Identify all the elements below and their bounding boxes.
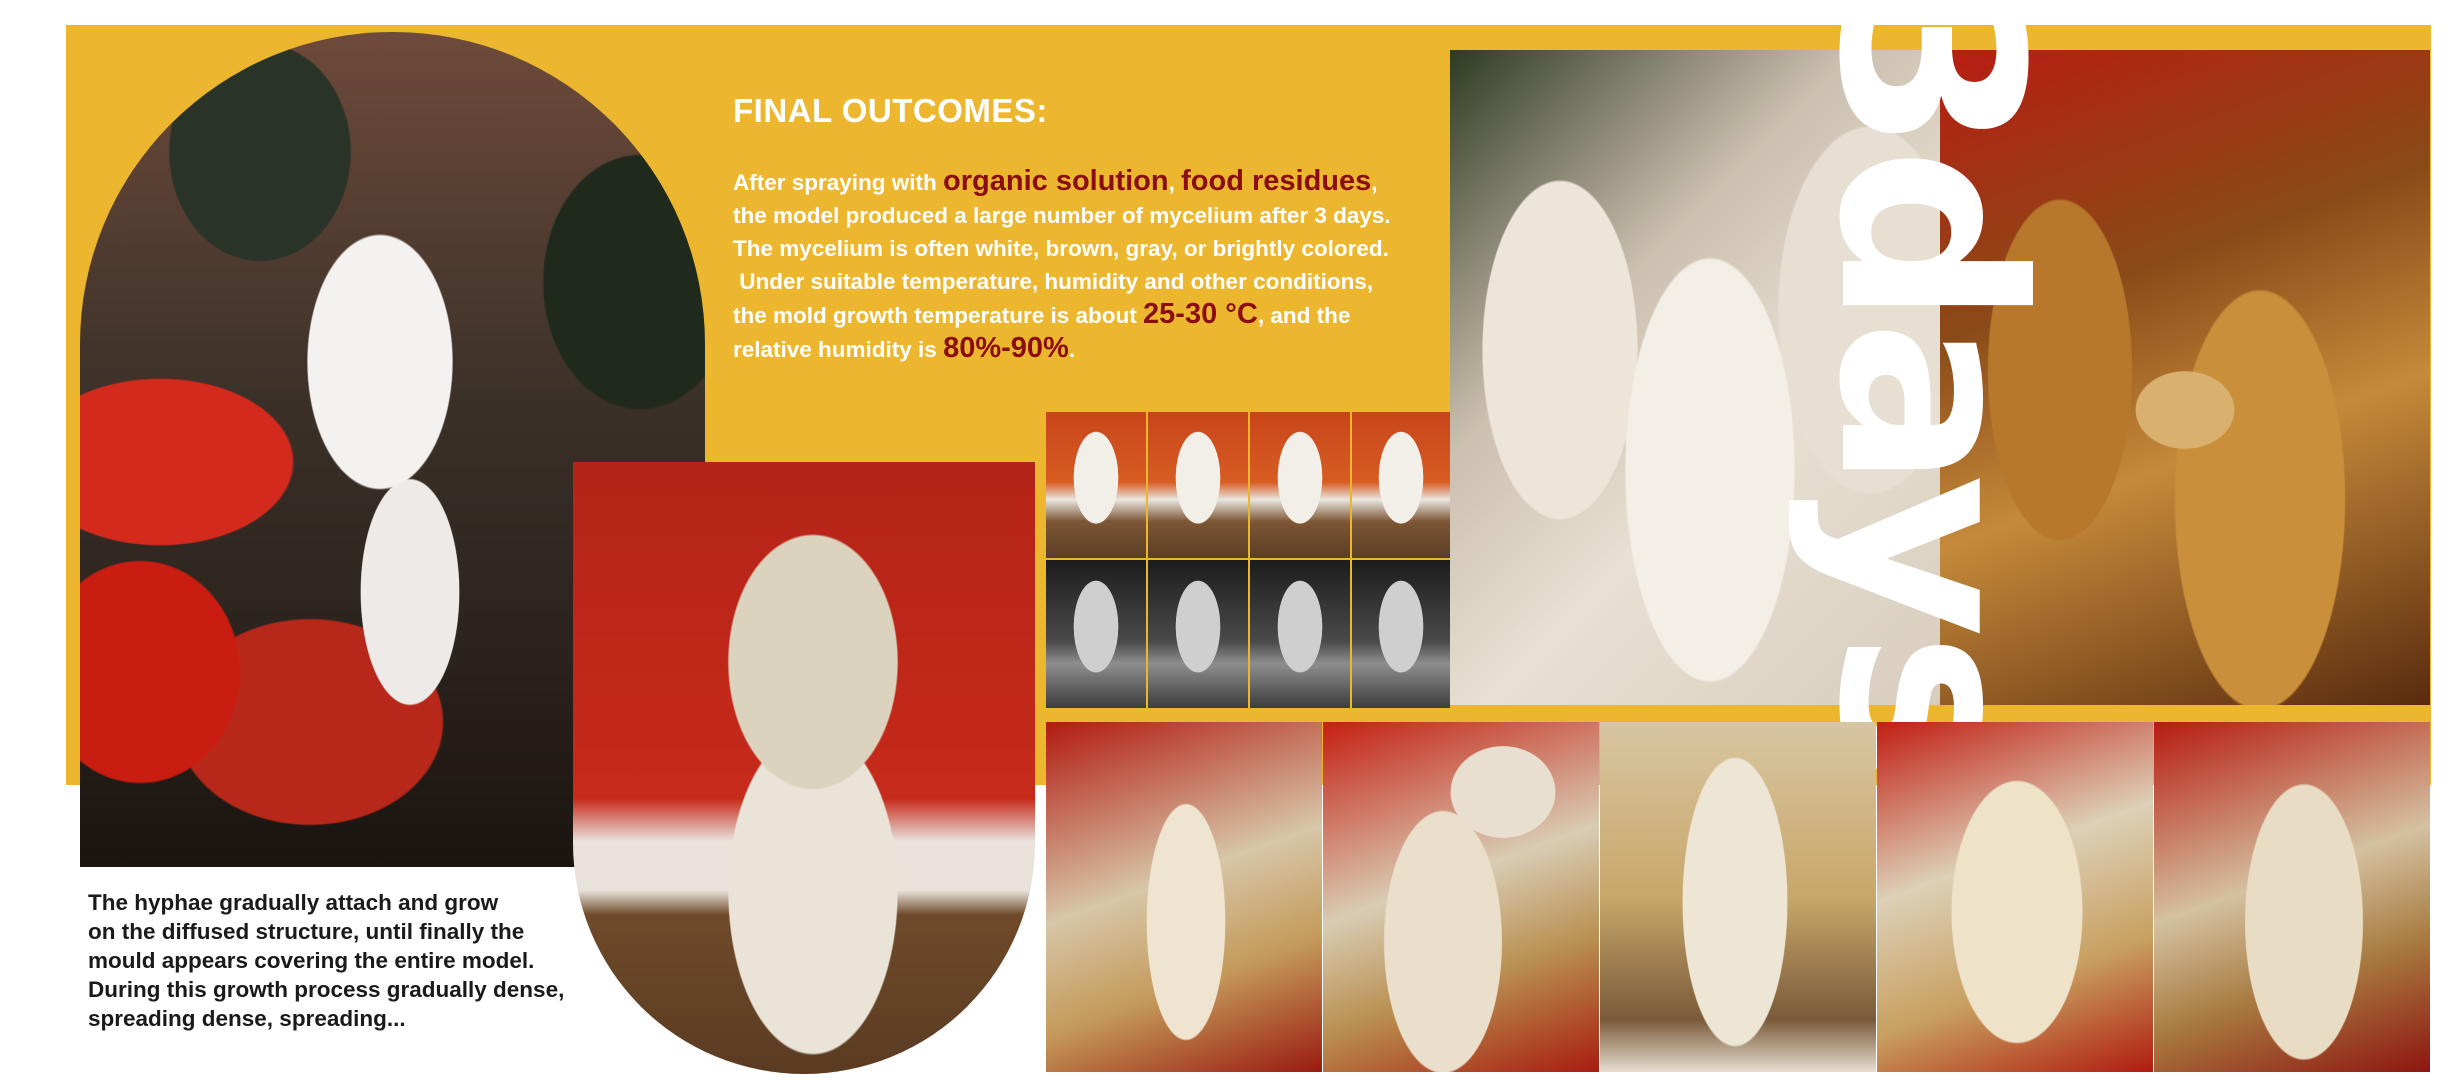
- caption-line-1: The hyphae gradually attach and grow: [88, 890, 499, 915]
- photo-mold-detail-4: [1877, 722, 2153, 1072]
- description-line-6: relative humidity is 80%-90%.: [733, 332, 1076, 364]
- thumbnail-color-3: [1250, 412, 1350, 558]
- highlight-temperature: 25-30 °C: [1143, 298, 1258, 330]
- thumbnail-gray-3: [1250, 560, 1350, 708]
- photo-mold-detail-5: [2154, 722, 2430, 1072]
- photo-mold-detail-3: [1600, 722, 1876, 1072]
- caption-line-4: During this growth process gradually den…: [88, 977, 565, 1002]
- highlight-food-residues: food residues: [1181, 165, 1372, 197]
- growth-caption: The hyphae gradually attach and grow on …: [88, 888, 628, 1033]
- thumbnail-gray-2: [1148, 560, 1248, 708]
- highlight-organic-solution: organic solution: [943, 165, 1169, 197]
- description-line-1: After spraying with organic solution, fo…: [733, 165, 1378, 197]
- thumbnail-gray-4: [1352, 560, 1450, 708]
- description-line-5: the mold growth temperature is about 25-…: [733, 298, 1351, 330]
- three-days-label: 3days: [1784, 0, 2075, 775]
- page-title: FINAL OUTCOMES:: [733, 92, 1048, 129]
- three-days-text: 3days: [1784, 0, 2075, 775]
- description-line-2: the model produced a large number of myc…: [733, 203, 1391, 228]
- caption-line-5: spreading dense, spreading...: [88, 1006, 406, 1031]
- photo-moldy-model-standing: [573, 462, 1035, 1074]
- thumbnail-color-2: [1148, 412, 1248, 558]
- description-line-3: The mycelium is often white, brown, gray…: [733, 236, 1389, 261]
- photo-mold-detail-1: [1046, 722, 1322, 1072]
- outcome-description: After spraying with organic solution, fo…: [733, 165, 1453, 366]
- thumbnail-gray-1: [1046, 560, 1146, 708]
- highlight-humidity: 80%-90%: [943, 332, 1069, 364]
- thumbnail-color-1: [1046, 412, 1146, 558]
- caption-line-3: mould appears covering the entire model.: [88, 948, 535, 973]
- caption-line-2: on the diffused structure, until finally…: [88, 919, 525, 944]
- description-line-4: Under suitable temperature, humidity and…: [733, 269, 1374, 294]
- thumbnail-color-4: [1352, 412, 1450, 558]
- photo-mold-detail-2: [1323, 722, 1599, 1072]
